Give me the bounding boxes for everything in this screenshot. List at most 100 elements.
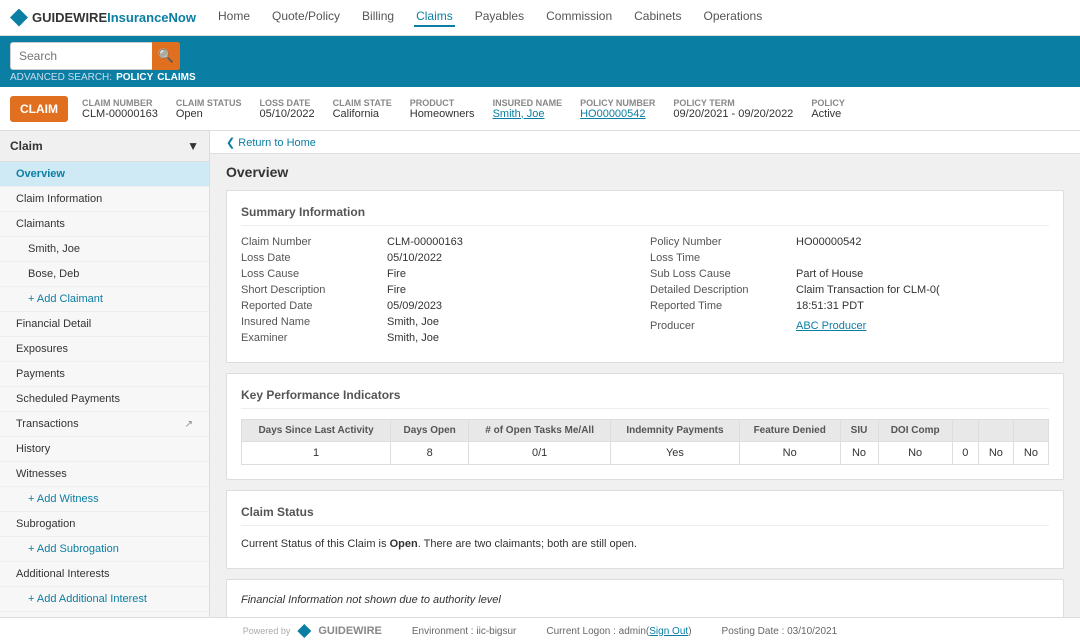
main-content: Return to Home Overview Summary Informat…: [210, 131, 1080, 617]
kpi-card-title: Key Performance Indicators: [241, 388, 1049, 409]
nav-billing[interactable]: Billing: [360, 9, 396, 27]
search-button[interactable]: 🔍: [152, 42, 180, 70]
kpi-val-2: 8: [391, 442, 469, 465]
return-to-home-link[interactable]: Return to Home: [226, 137, 316, 149]
field-value-loss-date: 05/10/2022: [387, 252, 442, 264]
advanced-search-policy-link[interactable]: POLICY: [116, 72, 153, 83]
sidebar-item-claimants[interactable]: Claimants: [0, 212, 209, 237]
nav-payables[interactable]: Payables: [473, 9, 526, 27]
footer-logo: Powered by GUIDEWIRE: [243, 624, 382, 638]
claim-status-field: Claim Status Open: [176, 98, 242, 120]
field-label-producer: Producer: [650, 320, 790, 332]
claim-state-value: California: [333, 108, 392, 120]
claim-status-card-title: Claim Status: [241, 505, 1049, 526]
footer-environment: Environment : iic-bigsur: [412, 626, 517, 637]
logo-text: GUIDEWIRE: [32, 10, 107, 25]
field-policy-number: Policy Number HO00000542: [650, 236, 1049, 248]
sidebar-item-claim-information[interactable]: Claim Information: [0, 187, 209, 212]
field-label-loss-cause: Loss Cause: [241, 268, 381, 280]
field-loss-time: Loss Time: [650, 252, 1049, 264]
kpi-col-feature-denied: Feature Denied: [739, 420, 840, 442]
policy-number-value[interactable]: HO00000542: [580, 108, 655, 120]
policy-value: Active: [811, 108, 845, 120]
sidebar-item-payments[interactable]: Payments: [0, 362, 209, 387]
claim-status-label: Claim Status: [176, 98, 242, 108]
summary-card: Summary Information Claim Number CLM-000…: [226, 190, 1064, 363]
nav-operations[interactable]: Operations: [702, 9, 765, 27]
sidebar-item-subrogation[interactable]: Subrogation: [0, 512, 209, 537]
nav-cabinets[interactable]: Cabinets: [632, 9, 683, 27]
sidebar-item-witnesses[interactable]: Witnesses: [0, 462, 209, 487]
product-field: Product Homeowners: [410, 98, 475, 120]
kpi-val-8: 0: [952, 442, 978, 465]
field-label-sub-loss-cause: Sub Loss Cause: [650, 268, 790, 280]
footer-posting-date: Posting Date : 03/10/2021: [722, 626, 838, 637]
sidebar-item-parties[interactable]: Parties: [0, 612, 209, 617]
sidebar-item-additional-interests[interactable]: Additional Interests: [0, 562, 209, 587]
sidebar-item-overview[interactable]: Overview: [0, 162, 209, 187]
field-value-reported-time: 18:51:31 PDT: [796, 300, 864, 312]
sidebar-item-bose-deb[interactable]: Bose, Deb: [0, 262, 209, 287]
insured-name-value[interactable]: Smith, Joe: [493, 108, 563, 120]
field-short-description: Short Description Fire: [241, 284, 640, 296]
kpi-col-9: [978, 420, 1013, 442]
field-label-claim-number: Claim Number: [241, 236, 381, 248]
insured-name-field: Insured Name Smith, Joe: [493, 98, 563, 120]
nav-quotepolicy[interactable]: Quote/Policy: [270, 9, 342, 27]
field-label-reported-date: Reported Date: [241, 300, 381, 312]
summary-card-title: Summary Information: [241, 205, 1049, 226]
sidebar-section-header[interactable]: Claim ▼: [0, 131, 209, 162]
policy-term-label: Policy Term: [673, 98, 793, 108]
footer-powered-by: Powered by: [243, 626, 291, 636]
sidebar-item-exposures[interactable]: Exposures: [0, 337, 209, 362]
kpi-val-5: No: [739, 442, 840, 465]
nav-commission[interactable]: Commission: [544, 9, 614, 27]
footer-signout-link[interactable]: Sign Out: [649, 626, 688, 637]
nav-home[interactable]: Home: [216, 9, 252, 27]
field-detailed-description: Detailed Description Claim Transaction f…: [650, 284, 1049, 296]
sidebar-item-transactions[interactable]: Transactions ↗: [0, 412, 209, 437]
nav-claims[interactable]: Claims: [414, 9, 455, 27]
claim-number-value: CLM-00000163: [82, 108, 158, 120]
sidebar-collapse-icon: ▼: [187, 139, 199, 153]
sidebar: Claim ▼ Overview Claim Information Claim…: [0, 131, 210, 617]
sidebar-item-financial-detail[interactable]: Financial Detail: [0, 312, 209, 337]
loss-date-value: 05/10/2022: [260, 108, 315, 120]
field-label-examiner: Examiner: [241, 332, 381, 344]
sidebar-item-smith-joe[interactable]: Smith, Joe: [0, 237, 209, 262]
policy-number-label: Policy Number: [580, 98, 655, 108]
field-value-detailed-description: Claim Transaction for CLM-0(: [796, 284, 940, 296]
sidebar-item-scheduled-payments[interactable]: Scheduled Payments: [0, 387, 209, 412]
nav-items: Home Quote/Policy Billing Claims Payable…: [216, 9, 764, 27]
footer-logo-icon: [297, 624, 311, 638]
external-link-icon: ↗: [185, 419, 193, 430]
kpi-card: Key Performance Indicators Days Since La…: [226, 373, 1064, 480]
sidebar-item-add-subrogation[interactable]: + Add Subrogation: [0, 537, 209, 562]
sidebar-item-history[interactable]: History: [0, 437, 209, 462]
sidebar-item-add-claimant[interactable]: + Add Claimant: [0, 287, 209, 312]
claim-number-field: Claim Number CLM-00000163: [82, 98, 158, 120]
kpi-col-days-since: Days Since Last Activity: [242, 420, 391, 442]
field-label-short-description: Short Description: [241, 284, 381, 296]
sidebar-item-add-witness[interactable]: + Add Witness: [0, 487, 209, 512]
product-value: Homeowners: [410, 108, 475, 120]
insured-name-label: Insured Name: [493, 98, 563, 108]
kpi-col-days-open: Days Open: [391, 420, 469, 442]
main-layout: Claim ▼ Overview Claim Information Claim…: [0, 131, 1080, 617]
policy-number-field: Policy Number HO00000542: [580, 98, 655, 120]
field-label-insured-name: Insured Name: [241, 316, 381, 328]
footer-logo-text: GUIDEWIRE: [318, 625, 382, 637]
field-value-reported-date: 05/09/2023: [387, 300, 442, 312]
kpi-val-9: No: [978, 442, 1013, 465]
field-value-sub-loss-cause: Part of House: [796, 268, 863, 280]
sidebar-item-add-additional-interest[interactable]: + Add Additional Interest: [0, 587, 209, 612]
field-loss-cause: Loss Cause Fire: [241, 268, 640, 280]
summary-right-col: Policy Number HO00000542 Loss Time Sub L…: [650, 236, 1049, 348]
claim-state-label: Claim State: [333, 98, 392, 108]
kpi-col-open-tasks: # of Open Tasks Me/All: [469, 420, 611, 442]
financial-notice-text: Financial Information not shown due to a…: [241, 594, 1049, 606]
field-value-producer[interactable]: ABC Producer: [796, 320, 866, 332]
advanced-search-claims-link[interactable]: CLAIMS: [157, 72, 195, 83]
footer-logon: Current Logon : admin(Sign Out): [546, 626, 691, 637]
kpi-val-10: No: [1013, 442, 1048, 465]
